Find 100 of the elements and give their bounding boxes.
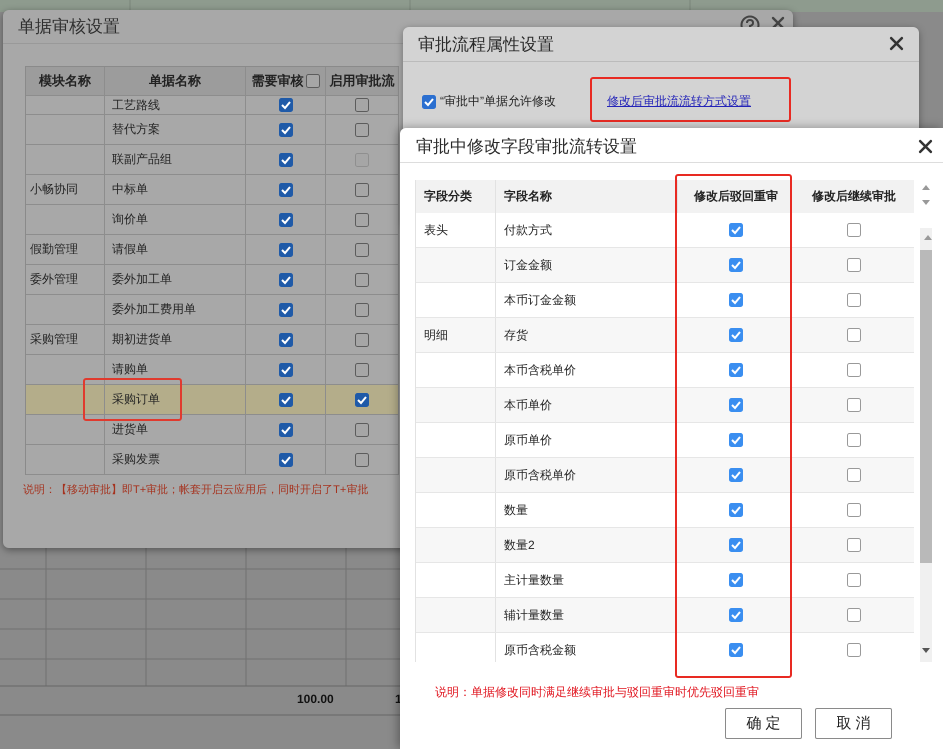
table-cell: 本币订金金额 [504, 292, 576, 308]
checkbox[interactable] [278, 212, 292, 226]
table-row[interactable]: 采购订单 [26, 385, 399, 415]
table-cell: 委外管理 [30, 271, 78, 288]
table-row[interactable]: 工艺路线 [26, 96, 399, 115]
checkbox[interactable] [278, 302, 292, 316]
checkbox[interactable] [355, 98, 369, 112]
checkbox[interactable] [355, 212, 369, 226]
table-row[interactable]: 进货单 [26, 415, 399, 445]
table-cell: 原币含税金额 [504, 642, 576, 658]
checkbox[interactable] [355, 422, 369, 436]
table-cell: 工艺路线 [112, 96, 160, 114]
checkbox[interactable] [729, 363, 743, 377]
checkbox[interactable] [355, 302, 369, 316]
table-cell: 采购管理 [30, 331, 78, 348]
column-header: 字段名称 [504, 188, 552, 205]
table-row[interactable]: 委外加工费用单 [26, 295, 399, 325]
table-cell: 数量 [504, 502, 528, 518]
column-header: 修改后继续审批 [812, 188, 896, 205]
checkbox[interactable] [278, 272, 292, 286]
dialog-title: 单据审核设置 [18, 16, 120, 38]
table-row[interactable]: 替代方案 [26, 115, 399, 145]
scroll-up-icon[interactable] [922, 185, 930, 190]
table-row[interactable]: 联副产品组 [26, 145, 399, 175]
checkbox[interactable] [278, 422, 292, 436]
table-cell: 联副产品组 [112, 151, 172, 168]
close-icon[interactable] [918, 139, 933, 154]
help-icon[interactable] [740, 15, 760, 27]
table-row[interactable]: 采购管理 期初进货单 [26, 325, 399, 355]
checkbox[interactable] [729, 608, 743, 622]
scroll-down-icon[interactable] [922, 648, 930, 653]
checkbox[interactable] [278, 122, 292, 136]
checkbox[interactable] [729, 258, 743, 272]
table-cell: 委外加工单 [112, 271, 172, 288]
checkbox[interactable] [847, 538, 861, 552]
cancel-button[interactable]: 取 消 [815, 708, 892, 739]
close-icon[interactable] [889, 36, 904, 51]
checkbox[interactable] [278, 152, 292, 166]
checkbox[interactable] [278, 242, 292, 256]
checkbox-label: “审批中”单据允许修改 [440, 93, 556, 110]
table-cell: 订金金额 [504, 256, 552, 274]
checkbox[interactable] [729, 433, 743, 447]
checkbox[interactable] [847, 643, 861, 657]
checkbox[interactable] [355, 362, 369, 376]
table-row[interactable]: 小畅协同 中标单 [26, 175, 399, 205]
checkbox[interactable] [847, 398, 861, 412]
table-cell: 明细 [424, 326, 448, 344]
checkbox[interactable] [847, 573, 861, 587]
table-cell: 假勤管理 [30, 241, 78, 258]
checkbox[interactable] [729, 538, 743, 552]
checkbox[interactable] [355, 122, 369, 136]
checkbox[interactable] [355, 182, 369, 196]
table-cell: 委外加工费用单 [112, 301, 196, 318]
checkbox[interactable] [847, 503, 861, 517]
checkbox[interactable] [355, 332, 369, 346]
scroll-down-icon[interactable] [922, 200, 930, 205]
table-cell: 辅计量数量 [504, 606, 564, 624]
checkbox[interactable] [278, 332, 292, 346]
checkbox[interactable] [355, 392, 369, 406]
scrollbar-thumb[interactable] [920, 250, 932, 563]
checkbox[interactable] [729, 328, 743, 342]
table-row[interactable]: 假勤管理 请假单 [26, 235, 399, 265]
checkbox[interactable] [729, 503, 743, 517]
checkbox[interactable] [729, 293, 743, 307]
checkbox[interactable] [729, 223, 743, 237]
checkbox[interactable] [729, 573, 743, 587]
checkbox[interactable] [729, 643, 743, 657]
settings-link[interactable]: 修改后审批流流转方式设置 [607, 93, 751, 110]
checkbox[interactable] [422, 94, 436, 108]
checkbox[interactable] [355, 452, 369, 466]
scrollbar[interactable] [920, 228, 932, 662]
checkbox[interactable] [847, 608, 861, 622]
table-row[interactable]: 采购发票 [26, 445, 399, 475]
checkbox[interactable] [729, 468, 743, 482]
table-cell: 中标单 [112, 181, 148, 198]
table-row[interactable]: 委外管理 委外加工单 [26, 265, 399, 295]
checkbox[interactable] [278, 392, 292, 406]
checkbox[interactable] [847, 363, 861, 377]
checkbox[interactable] [355, 272, 369, 286]
table-cell: 存货 [504, 326, 528, 344]
checkbox[interactable] [847, 258, 861, 272]
checkbox[interactable] [729, 398, 743, 412]
checkbox[interactable] [278, 98, 292, 112]
checkbox[interactable] [847, 328, 861, 342]
close-icon[interactable] [771, 16, 785, 30]
checkbox[interactable] [278, 182, 292, 196]
ok-button[interactable]: 确 定 [725, 708, 802, 739]
table-cell: 采购发票 [112, 451, 160, 468]
table-cell: 本币单价 [504, 396, 552, 414]
checkbox[interactable] [278, 452, 292, 466]
table-row[interactable]: 询价单 [26, 205, 399, 235]
column-header: 单据名称 [149, 72, 201, 90]
checkbox[interactable] [847, 433, 861, 447]
checkbox[interactable] [306, 74, 320, 88]
checkbox[interactable] [847, 468, 861, 482]
checkbox[interactable] [847, 223, 861, 237]
scroll-up-icon[interactable] [924, 235, 932, 240]
checkbox[interactable] [278, 362, 292, 376]
checkbox[interactable] [847, 293, 861, 307]
checkbox[interactable] [355, 242, 369, 256]
